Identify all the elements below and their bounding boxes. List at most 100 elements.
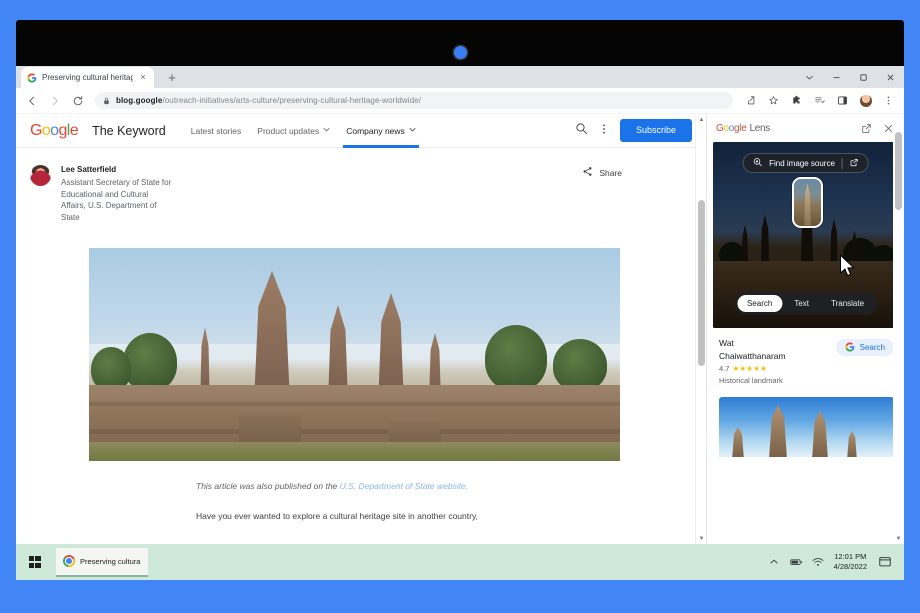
lens-results: Wat Chaiwatthanaram 4.7 ★★★★★ Historical… [707,328,904,544]
forward-button[interactable] [46,92,63,109]
article-note-prefix: This article was also published on the [196,481,340,491]
tab-title: Preserving cultural heritage worl [42,73,133,82]
author-role: Assistant Secretary of State for Educati… [61,177,173,223]
maximize-button[interactable] [850,66,877,88]
reload-button[interactable] [69,92,86,109]
browser-tab[interactable]: Preserving cultural heritage worl × [21,67,154,88]
lens-selection-box[interactable] [792,177,823,228]
lens-result-search-chip[interactable]: Search [836,339,894,356]
lens-mode-search[interactable]: Search [737,295,782,312]
rating-stars: ★★★★★ [732,364,767,373]
page-area: Google The Keyword Latest stories Produc… [16,114,904,544]
lens-result-rating: 4.7 ★★★★★ [719,364,836,373]
lens-header: GoogleLens [707,114,904,142]
search-icon[interactable] [575,122,588,140]
share-icon[interactable] [742,92,759,109]
share-label: Share [599,168,622,178]
back-button[interactable] [23,92,40,109]
open-in-new-icon[interactable] [860,122,873,135]
site-header-actions: Subscribe [575,119,692,142]
google-logo: GoogleLens [716,123,770,134]
windows-start-icon[interactable] [20,548,49,577]
nav-item-latest-stories[interactable]: Latest stories [191,114,242,148]
find-image-source-button[interactable]: Find image source [742,153,869,173]
battery-icon[interactable] [790,556,803,569]
article-note-link[interactable]: U.S. Department of State website. [340,481,469,491]
share-button[interactable]: Share [582,166,622,179]
show-hidden-icons-chevron-icon[interactable] [768,556,781,569]
lens-result-thumbnail[interactable] [719,397,894,457]
browser-toolbar: blog.google/outreach-initiatives/arts-cu… [16,88,904,114]
nav-item-label: Company news [346,126,405,136]
google-lens-panel: GoogleLens [706,114,904,544]
nav-item-label: Product updates [257,126,319,136]
web-scroll-thumb[interactable] [698,200,705,366]
article-hero-image [89,248,620,461]
find-image-source-label: Find image source [769,159,835,168]
chevron-down-icon [409,127,416,134]
logo-letter: g [58,122,66,139]
nav-item-company-news[interactable]: Company news [346,114,416,148]
chrome-menu-icon[interactable] [880,92,897,109]
logo-letter: G [30,122,42,139]
lens-scroll-thumb[interactable] [895,132,902,210]
scroll-down-arrow-icon[interactable]: ▼ [893,533,904,544]
reading-list-icon[interactable] [811,92,828,109]
subscribe-button[interactable]: Subscribe [620,119,692,142]
chevron-down-icon [323,127,330,134]
wifi-icon[interactable] [812,556,825,569]
close-window-button[interactable] [877,66,904,88]
profile-avatar[interactable] [857,92,874,109]
taskbar-window-chrome[interactable]: Preserving cultural ... [56,548,148,577]
clock-date: 4/28/2022 [834,562,867,572]
site-header: Google The Keyword Latest stories Produc… [16,114,706,148]
side-panel-icon[interactable] [834,92,851,109]
google-logo[interactable]: Google [30,122,78,140]
lens-result-category: Historical landmark [719,376,836,385]
chrome-icon [63,555,75,567]
web-content-scrollbar[interactable]: ▲ ▼ [695,114,706,544]
lens-mode-switcher: Search Text Translate [734,292,877,315]
tab-close-icon[interactable]: × [138,73,148,83]
open-in-new-icon [850,158,859,169]
system-clock[interactable]: 12:01 PM 4/28/2022 [834,552,867,572]
logo-letter: e [70,122,78,139]
lens-result-card[interactable]: Wat Chaiwatthanaram 4.7 ★★★★★ Historical… [719,337,894,385]
scroll-up-arrow-icon[interactable]: ▲ [696,114,706,125]
mouse-cursor [839,254,856,284]
url-domain: blog.google [116,96,162,105]
author-name: Lee Satterfield [61,165,173,174]
scroll-down-arrow-icon[interactable]: ▼ [696,533,706,544]
site-nav: Latest stories Product updates Company n… [191,114,416,148]
lock-icon [103,92,110,110]
lens-result-info: Wat Chaiwatthanaram 4.7 ★★★★★ Historical… [719,337,836,385]
lens-image-viewport[interactable]: Find image source Search Text Tran [713,142,898,328]
lens-mode-text[interactable]: Text [784,295,819,312]
author-avatar [30,165,51,186]
lens-result-title: Wat Chaiwatthanaram [719,337,795,362]
address-bar[interactable]: blog.google/outreach-initiatives/arts-cu… [95,92,733,109]
extensions-icon[interactable] [788,92,805,109]
chrome-browser-window: Preserving cultural heritage worl × + [16,66,904,544]
article-paragraph: Have you ever wanted to explore a cultur… [196,511,706,521]
windows-taskbar: Preserving cultural ... 12:01 PM 4/28/20… [16,544,904,580]
article: Lee Satterfield Assistant Secretary of S… [16,148,706,521]
lens-mode-translate[interactable]: Translate [821,295,874,312]
notification-icon[interactable] [876,554,893,571]
article-note: This article was also published on the U… [196,481,706,491]
address-bar-url: blog.google/outreach-initiatives/arts-cu… [116,96,421,105]
google-g-icon [27,73,37,83]
bookmark-star-icon[interactable] [765,92,782,109]
new-tab-button[interactable]: + [162,67,182,87]
nav-item-product-updates[interactable]: Product updates [257,114,330,148]
lens-label: Lens [749,123,770,134]
more-vertical-icon[interactable] [598,122,610,140]
clock-time: 12:01 PM [834,552,867,562]
url-path: /outreach-initiatives/arts-culture/prese… [162,96,421,105]
nav-item-label: Latest stories [191,126,242,136]
minimize-button[interactable] [823,66,850,88]
tab-search-chevron-icon[interactable] [796,66,823,88]
site-title[interactable]: The Keyword [92,124,166,138]
lens-panel-scrollbar[interactable]: ▼ [893,114,904,544]
tab-strip: Preserving cultural heritage worl × + [16,66,904,88]
